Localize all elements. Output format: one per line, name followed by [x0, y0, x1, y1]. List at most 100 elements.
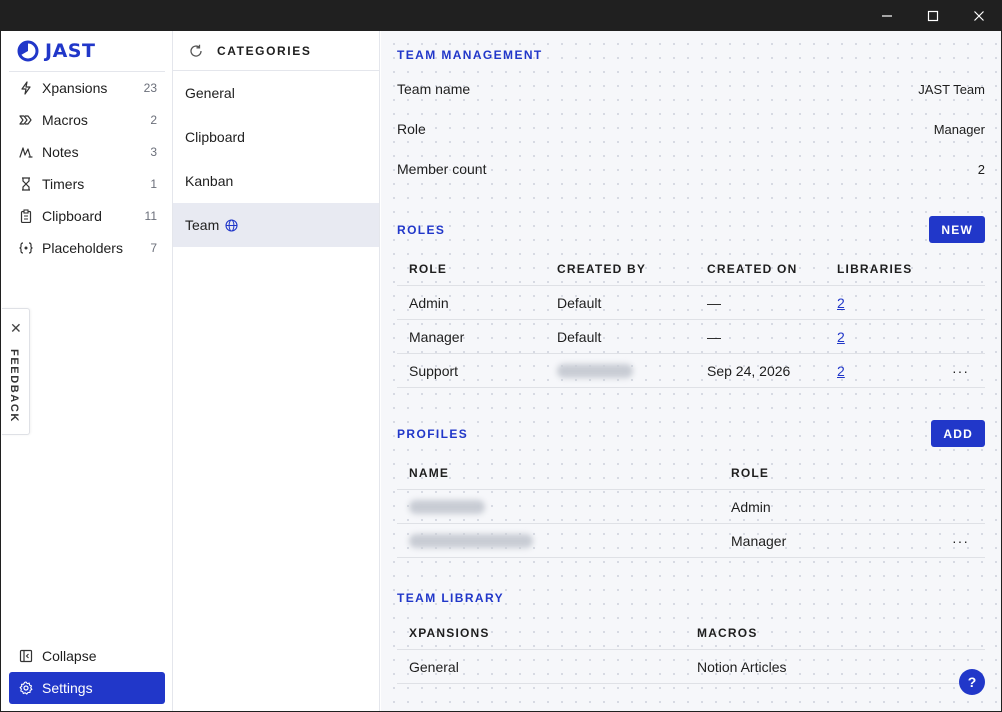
roles-title: ROLES — [397, 223, 446, 237]
role-cell: Admin — [731, 498, 771, 515]
table-row[interactable]: General Notion Articles — [397, 650, 985, 684]
macros-cell: Notion Articles — [697, 658, 787, 675]
refresh-icon[interactable] — [189, 44, 203, 58]
member-count-row: Member count 2 — [397, 161, 985, 177]
libraries-link[interactable]: 2 — [837, 363, 845, 379]
profiles-table: NAME ROLE Admin Manager ··· — [397, 456, 985, 558]
logo-text: JAST — [45, 40, 96, 62]
libraries-link[interactable]: 2 — [837, 329, 845, 345]
close-window-button[interactable] — [956, 0, 1002, 31]
row-key: Member count — [397, 161, 487, 177]
sidebar-item-label: Macros — [42, 112, 88, 128]
sidebar-nav: Xpansions 23 Macros 2 Notes 3 Timers 1 C… — [9, 72, 165, 264]
close-icon — [974, 10, 984, 21]
team-management-title: TEAM MANAGEMENT — [397, 48, 543, 62]
collapse-label: Collapse — [42, 648, 97, 664]
category-label: Team — [185, 217, 220, 233]
pen-scribble-icon — [19, 145, 33, 159]
more-options-icon[interactable]: ··· — [952, 363, 969, 379]
category-label: Clipboard — [185, 129, 245, 145]
column-header: CREATED ON — [707, 261, 798, 276]
minimize-button[interactable] — [864, 0, 910, 31]
sidebar-item-count: 7 — [150, 241, 157, 255]
table-header: XPANSIONS MACROS — [397, 616, 985, 650]
collapse-button[interactable]: Collapse — [9, 640, 165, 672]
new-role-button[interactable]: NEW — [929, 216, 985, 243]
bolt-icon — [19, 81, 33, 95]
sidebar-item-label: Xpansions — [42, 80, 108, 96]
row-value: Manager — [933, 121, 985, 137]
category-label: Kanban — [185, 173, 234, 189]
add-profile-button[interactable]: ADD — [931, 420, 985, 447]
sidebar-item-notes[interactable]: Notes 3 — [9, 136, 165, 168]
role-cell: Manager — [731, 532, 787, 549]
table-header: NAME ROLE — [397, 456, 985, 490]
sidebar-item-placeholders[interactable]: Placeholders 7 — [9, 232, 165, 264]
table-row[interactable]: Admin — [397, 490, 985, 524]
libraries-link[interactable]: 2 — [837, 295, 845, 311]
row-value: 2 — [977, 161, 985, 177]
sidebar-item-clipboard[interactable]: Clipboard 11 — [9, 200, 165, 232]
team-name-row: Team name JAST Team — [397, 81, 985, 97]
settings-button[interactable]: Settings — [9, 672, 165, 704]
role-cell: Manager — [409, 328, 465, 345]
sidebar-item-macros[interactable]: Macros 2 — [9, 104, 165, 136]
feedback-tab[interactable]: ✕ FEEDBACK — [2, 308, 30, 435]
category-item-general[interactable]: General — [173, 71, 379, 115]
hourglass-icon — [19, 177, 33, 191]
team-library-title: TEAM LIBRARY — [397, 591, 505, 605]
feedback-close-icon[interactable]: ✕ — [10, 321, 22, 335]
sidebar-item-count: 1 — [150, 177, 157, 191]
category-item-clipboard[interactable]: Clipboard — [173, 115, 379, 159]
sidebar-item-label: Notes — [42, 144, 79, 160]
minimize-icon — [882, 14, 892, 17]
maximize-icon — [927, 10, 939, 21]
double-chevron-icon — [19, 113, 33, 127]
more-options-icon[interactable]: ··· — [952, 533, 969, 549]
sidebar-item-xpansions[interactable]: Xpansions 23 — [9, 72, 165, 104]
sidebar-item-count: 2 — [150, 113, 157, 127]
categories-title: CATEGORIES — [217, 43, 312, 58]
redacted-name — [409, 499, 485, 514]
category-item-kanban[interactable]: Kanban — [173, 159, 379, 203]
sidebar-item-count: 23 — [143, 81, 157, 95]
sidebar-item-timers[interactable]: Timers 1 — [9, 168, 165, 200]
sidebar-item-count: 3 — [150, 145, 157, 159]
sidebar-item-label: Placeholders — [42, 240, 123, 256]
maximize-button[interactable] — [910, 0, 956, 31]
created-by-cell: Default — [557, 328, 602, 345]
created-on-cell: — — [707, 294, 721, 311]
collapse-sidebar-icon — [19, 649, 33, 663]
column-header: ROLE — [731, 465, 770, 480]
table-row[interactable]: Admin Default — 2 — [397, 286, 985, 320]
sidebar-item-count: 11 — [144, 209, 157, 223]
role-cell: Support — [409, 362, 459, 379]
redacted-name — [409, 533, 533, 548]
role-row: Role Manager — [397, 121, 985, 137]
table-row[interactable]: Manager ··· — [397, 524, 985, 558]
sidebar-item-label: Timers — [42, 176, 85, 192]
categories-header: CATEGORIES — [173, 31, 379, 71]
column-header: ROLE — [409, 261, 448, 276]
row-value: JAST Team — [918, 81, 985, 97]
window-titlebar — [0, 0, 1002, 31]
column-header: MACROS — [697, 625, 758, 640]
column-header: NAME — [409, 465, 450, 480]
logo-icon — [17, 40, 39, 62]
table-row[interactable]: Support Sep 24, 2026 2 ··· — [397, 354, 985, 388]
feedback-label: FEEDBACK — [8, 349, 20, 423]
table-header: ROLE CREATED BY CREATED ON LIBRARIES — [397, 252, 985, 286]
column-header: CREATED BY — [557, 261, 647, 276]
app-window: JAST Xpansions 23 Macros 2 Notes 3 Timer… — [1, 31, 1001, 711]
clipboard-icon — [19, 209, 33, 223]
row-key: Role — [397, 121, 426, 137]
settings-label: Settings — [42, 680, 93, 696]
sidebar-item-label: Clipboard — [42, 208, 102, 224]
gear-icon — [19, 681, 33, 695]
app-logo[interactable]: JAST — [17, 40, 95, 62]
globe-icon — [225, 218, 238, 232]
help-button[interactable]: ? — [959, 669, 985, 695]
table-row[interactable]: Manager Default — 2 — [397, 320, 985, 354]
category-item-team[interactable]: Team — [173, 203, 379, 247]
categories-panel: CATEGORIES General Clipboard Kanban Team — [173, 31, 380, 711]
